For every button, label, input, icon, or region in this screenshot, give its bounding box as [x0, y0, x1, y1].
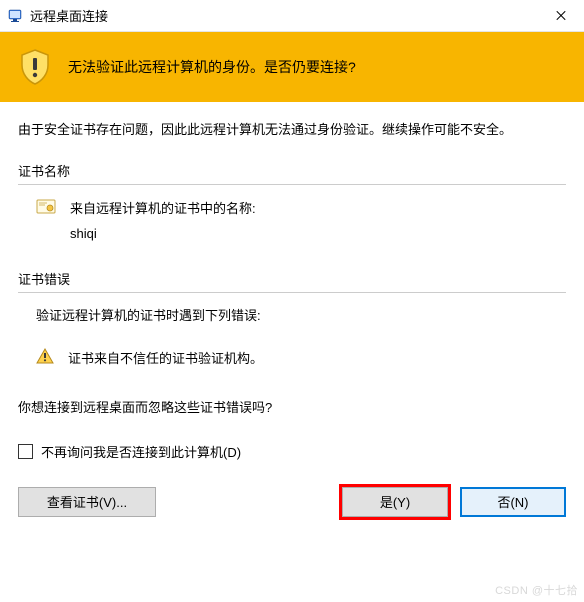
cert-name-section: 证书名称 来自远程计算机的证书中的名称: shiqi [18, 161, 566, 246]
watermark: CSDN @十七拾 [495, 582, 578, 598]
warning-message: 无法验证此远程计算机的身份。是否仍要连接? [68, 57, 356, 77]
confirm-question: 你想连接到远程桌面而忽略这些证书错误吗? [0, 397, 584, 416]
divider [18, 292, 566, 293]
dont-ask-checkbox-row[interactable]: 不再询问我是否连接到此计算机(D) [0, 442, 584, 461]
cert-name-label: 来自远程计算机的证书中的名称: [70, 197, 256, 222]
checkbox[interactable] [18, 444, 33, 459]
button-row: 查看证书(V)... 是(Y) 否(N) [0, 487, 584, 517]
cert-name-title: 证书名称 [18, 161, 566, 180]
close-button[interactable] [538, 0, 584, 32]
body-description: 由于安全证书存在问题，因此此远程计算机无法通过身份验证。继续操作可能不安全。 [18, 118, 566, 141]
certificate-icon [36, 199, 56, 218]
warning-banner: 无法验证此远程计算机的身份。是否仍要连接? [0, 32, 584, 102]
window-title: 远程桌面连接 [30, 6, 538, 25]
divider [18, 184, 566, 185]
close-icon [555, 10, 567, 22]
cert-errors-section: 证书错误 验证远程计算机的证书时遇到下列错误: 证书来自不信任的证书验证机构。 [18, 269, 566, 367]
yes-button[interactable]: 是(Y) [342, 487, 448, 517]
cert-errors-title: 证书错误 [18, 269, 566, 288]
titlebar: 远程桌面连接 [0, 0, 584, 32]
app-icon [8, 8, 24, 24]
view-certificate-button[interactable]: 查看证书(V)... [18, 487, 156, 517]
shield-warning-icon [18, 48, 52, 86]
checkbox-label: 不再询问我是否连接到此计算机(D) [41, 442, 241, 461]
cert-name-value: shiqi [70, 222, 256, 247]
cert-errors-intro: 验证远程计算机的证书时遇到下列错误: [18, 305, 566, 324]
warning-triangle-icon [36, 348, 54, 367]
cert-error-item: 证书来自不信任的证书验证机构。 [68, 348, 263, 367]
no-button[interactable]: 否(N) [460, 487, 566, 517]
